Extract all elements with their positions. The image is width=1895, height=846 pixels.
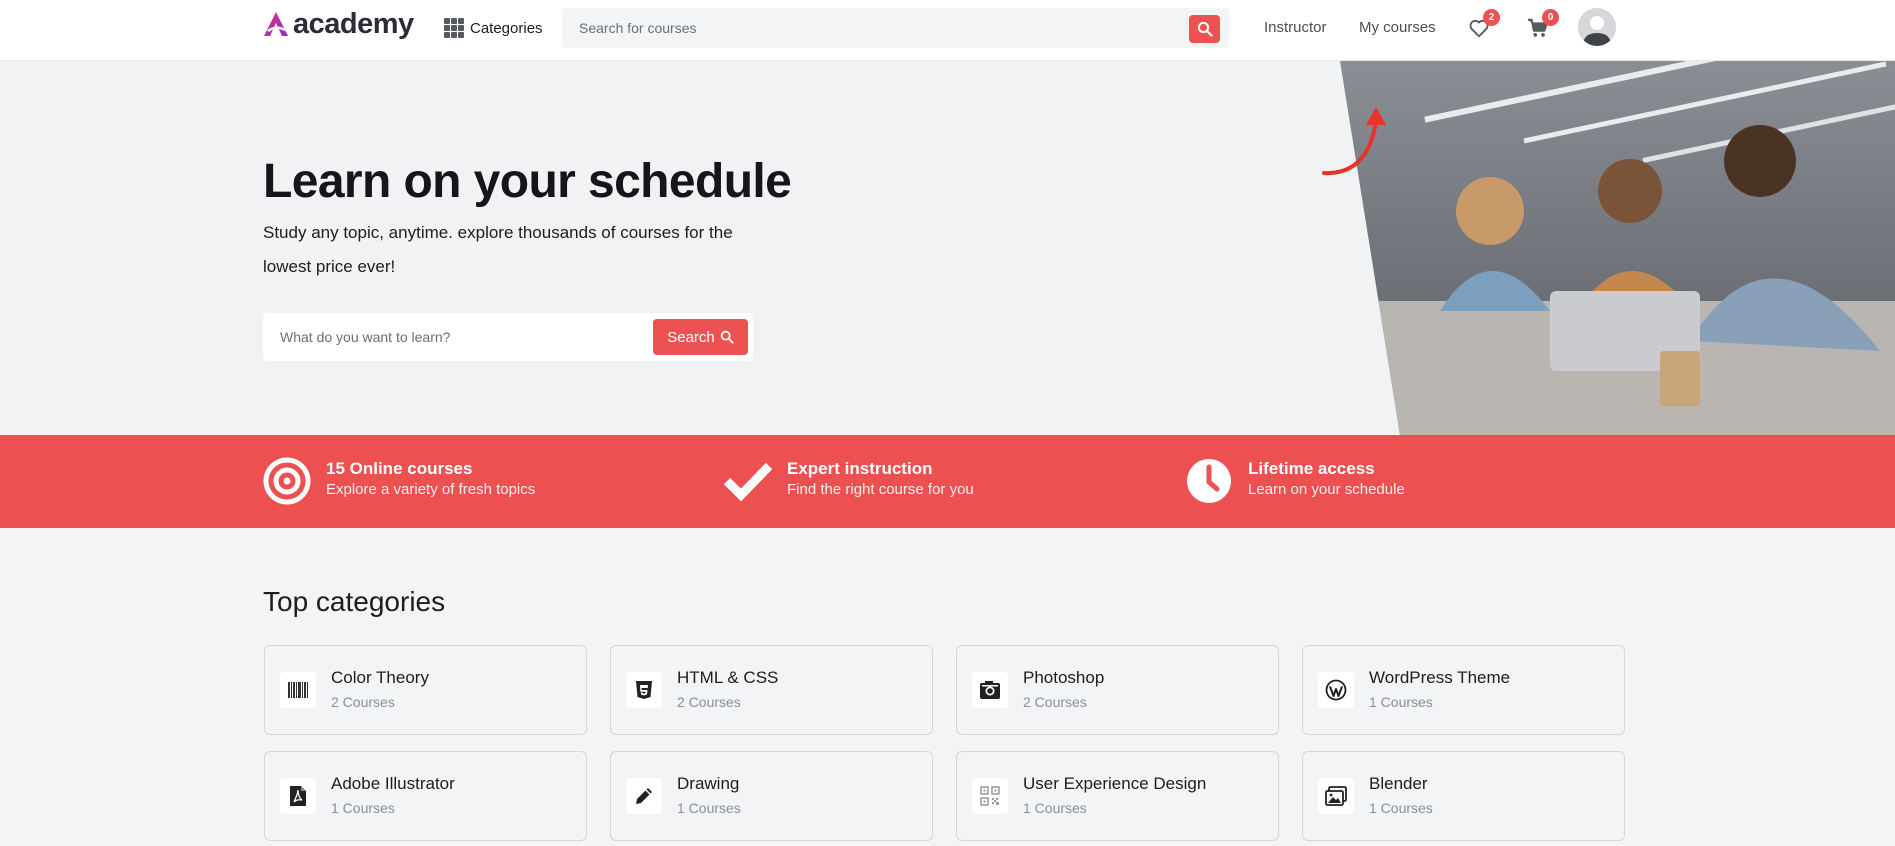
cart-button[interactable]: 0: [1527, 9, 1559, 40]
logo-text: academy: [293, 8, 414, 40]
user-avatar[interactable]: [1578, 8, 1616, 46]
instructor-link[interactable]: Instructor: [1264, 19, 1327, 36]
category-count: 1 Courses: [677, 800, 741, 816]
category-name: Drawing: [677, 774, 740, 793]
category-name: User Experience Design: [1023, 774, 1207, 793]
category-count: 1 Courses: [331, 800, 395, 816]
wishlist-badge: 2: [1483, 9, 1500, 26]
category-count: 1 Courses: [1369, 694, 1433, 710]
features-band: 15 Online courses Explore a variety of f…: [0, 435, 1895, 528]
hero-search-button-label: Search: [667, 328, 715, 346]
category-name: Adobe Illustrator: [331, 774, 455, 793]
category-name: Photoshop: [1023, 668, 1105, 687]
pencil-icon: [626, 778, 662, 814]
grid-icon: [444, 18, 464, 38]
pdf-file-icon: [280, 778, 316, 814]
feature-online-courses: 15 Online courses Explore a variety of f…: [263, 457, 535, 505]
category-count: 2 Courses: [1023, 694, 1087, 710]
category-count: 1 Courses: [1369, 800, 1433, 816]
category-card-blender[interactable]: Blender 1 Courses: [1302, 751, 1625, 841]
hero-subtitle: Study any topic, anytime. explore thousa…: [263, 223, 733, 276]
hero-students-image: [1340, 61, 1895, 435]
category-card-wordpress-theme[interactable]: WordPress Theme 1 Courses: [1302, 645, 1625, 735]
hero-search-input[interactable]: [263, 313, 648, 361]
check-icon: [724, 462, 772, 502]
hero-search: Search: [263, 313, 753, 361]
feature-title: Expert instruction: [787, 459, 933, 478]
category-name: HTML & CSS: [677, 668, 779, 687]
category-count: 2 Courses: [331, 694, 395, 710]
css3-icon: [626, 672, 662, 708]
camera-icon: [972, 672, 1008, 708]
category-card-color-theory[interactable]: Color Theory 2 Courses: [264, 645, 587, 735]
qr-code-icon: [972, 778, 1008, 814]
feature-desc: Learn on your schedule: [1248, 481, 1405, 498]
category-name: WordPress Theme: [1369, 668, 1511, 687]
section-title: Top categories: [263, 586, 446, 617]
academy-logo-icon: [264, 12, 288, 36]
category-card-drawing[interactable]: Drawing 1 Courses: [610, 751, 933, 841]
category-count: 2 Courses: [677, 694, 741, 710]
feature-desc: Explore a variety of fresh topics: [326, 481, 536, 498]
categories-label: Categories: [470, 19, 543, 37]
my-courses-link[interactable]: My courses: [1359, 19, 1436, 36]
header-search-input[interactable]: [562, 8, 1162, 48]
wishlist-button[interactable]: 2: [1468, 9, 1500, 40]
feature-desc: Find the right course for you: [787, 481, 974, 498]
images-icon: [1318, 778, 1354, 814]
wordpress-icon: [1318, 672, 1354, 708]
feature-title: Lifetime access: [1248, 459, 1375, 478]
category-card-user-experience-design[interactable]: User Experience Design 1 Courses: [956, 751, 1279, 841]
clock-icon: [1187, 459, 1231, 503]
feature-lifetime-access: Lifetime access Learn on your schedule: [1185, 457, 1405, 505]
feature-expert-instruction: Expert instruction Find the right course…: [724, 457, 974, 505]
logo[interactable]: academy: [262, 8, 414, 40]
barcode-icon: [280, 672, 316, 708]
hero-search-button[interactable]: Search: [653, 319, 748, 355]
header-search-button[interactable]: [1189, 15, 1220, 43]
header-search: [562, 8, 1229, 48]
feature-title: 15 Online courses: [326, 459, 473, 478]
category-card-html-css[interactable]: HTML & CSS 2 Courses: [610, 645, 933, 735]
categories-button[interactable]: Categories: [444, 16, 543, 40]
category-name: Blender: [1369, 774, 1428, 793]
category-count: 1 Courses: [1023, 800, 1087, 816]
cart-badge: 0: [1542, 9, 1559, 26]
category-card-photoshop[interactable]: Photoshop 2 Courses: [956, 645, 1279, 735]
top-navbar: academy Categories Instructor My courses…: [0, 0, 1895, 61]
category-name: Color Theory: [331, 668, 429, 687]
search-icon: [720, 330, 734, 344]
annotation-arrow: [1322, 107, 1386, 176]
search-icon: [1197, 21, 1213, 37]
category-card-adobe-illustrator[interactable]: Adobe Illustrator 1 Courses: [264, 751, 587, 841]
user-icon: [1578, 8, 1616, 46]
hero-section: Learn on your schedule Study any topic, …: [0, 61, 1895, 435]
target-icon: [263, 457, 311, 505]
hero-title: Learn on your schedule: [263, 155, 792, 208]
